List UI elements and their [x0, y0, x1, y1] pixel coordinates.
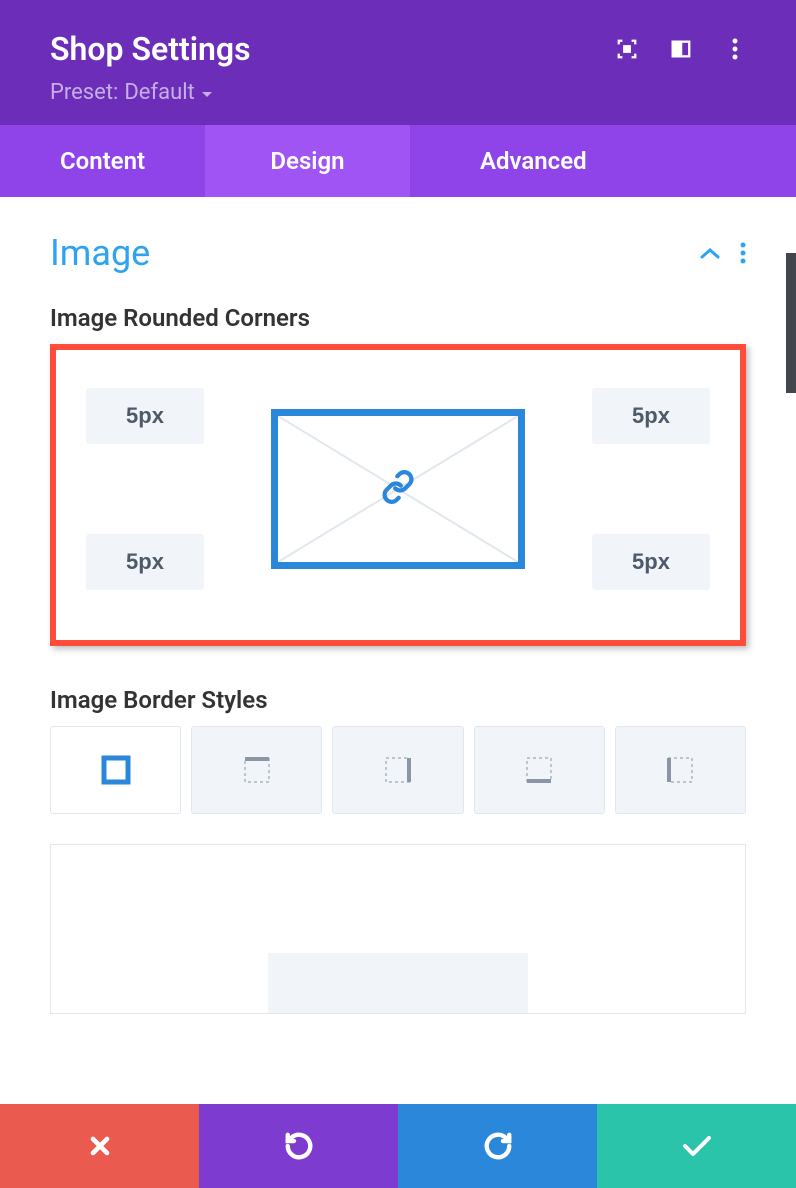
undo-icon — [284, 1131, 314, 1161]
border-styles-options — [50, 726, 746, 814]
corner-top-left-input[interactable] — [86, 388, 204, 444]
corner-bottom-left-input[interactable] — [86, 534, 204, 590]
focus-icon[interactable] — [616, 38, 638, 60]
check-icon — [681, 1134, 713, 1158]
tabs: Content Design Advanced — [0, 125, 796, 197]
chevron-down-icon — [201, 91, 213, 99]
border-style-top[interactable] — [191, 726, 322, 814]
section-more-icon[interactable] — [740, 242, 746, 264]
undo-button[interactable] — [199, 1104, 398, 1188]
more-vertical-icon[interactable] — [724, 38, 746, 60]
corners-link-toggle[interactable] — [271, 409, 525, 569]
footer-actions — [0, 1104, 796, 1188]
close-icon — [86, 1132, 114, 1160]
border-style-left[interactable] — [615, 726, 746, 814]
link-icon — [381, 470, 415, 508]
header-actions — [616, 38, 746, 60]
cancel-button[interactable] — [0, 1104, 199, 1188]
section-title[interactable]: Image — [50, 232, 150, 274]
corner-top-right-input[interactable] — [592, 388, 710, 444]
border-preview — [50, 844, 746, 1014]
redo-button[interactable] — [398, 1104, 597, 1188]
save-button[interactable] — [597, 1104, 796, 1188]
chevron-up-icon[interactable] — [700, 247, 720, 259]
tab-design[interactable]: Design — [205, 125, 410, 197]
content-area: Image Image Rounded Corners Im — [0, 197, 796, 1069]
rounded-corners-label: Image Rounded Corners — [50, 304, 746, 332]
section-header: Image — [50, 232, 746, 274]
rounded-corners-control — [50, 344, 746, 646]
border-style-bottom[interactable] — [474, 726, 605, 814]
tab-content[interactable]: Content — [0, 125, 205, 197]
tab-advanced[interactable]: Advanced — [410, 125, 796, 197]
scrollbar[interactable] — [786, 253, 796, 393]
border-style-right[interactable] — [332, 726, 463, 814]
border-preview-swatch — [268, 953, 528, 1013]
page-title: Shop Settings — [50, 30, 251, 68]
settings-header: Shop Settings Preset: Default — [0, 0, 796, 125]
border-style-all[interactable] — [50, 726, 181, 814]
preset-label: Preset: — [50, 80, 118, 105]
preset-value: Default — [124, 80, 194, 105]
border-styles-label: Image Border Styles — [50, 686, 746, 714]
corner-bottom-right-input[interactable] — [592, 534, 710, 590]
preset-selector[interactable]: Preset: Default — [50, 80, 746, 105]
split-view-icon[interactable] — [670, 38, 692, 60]
redo-icon — [483, 1131, 513, 1161]
